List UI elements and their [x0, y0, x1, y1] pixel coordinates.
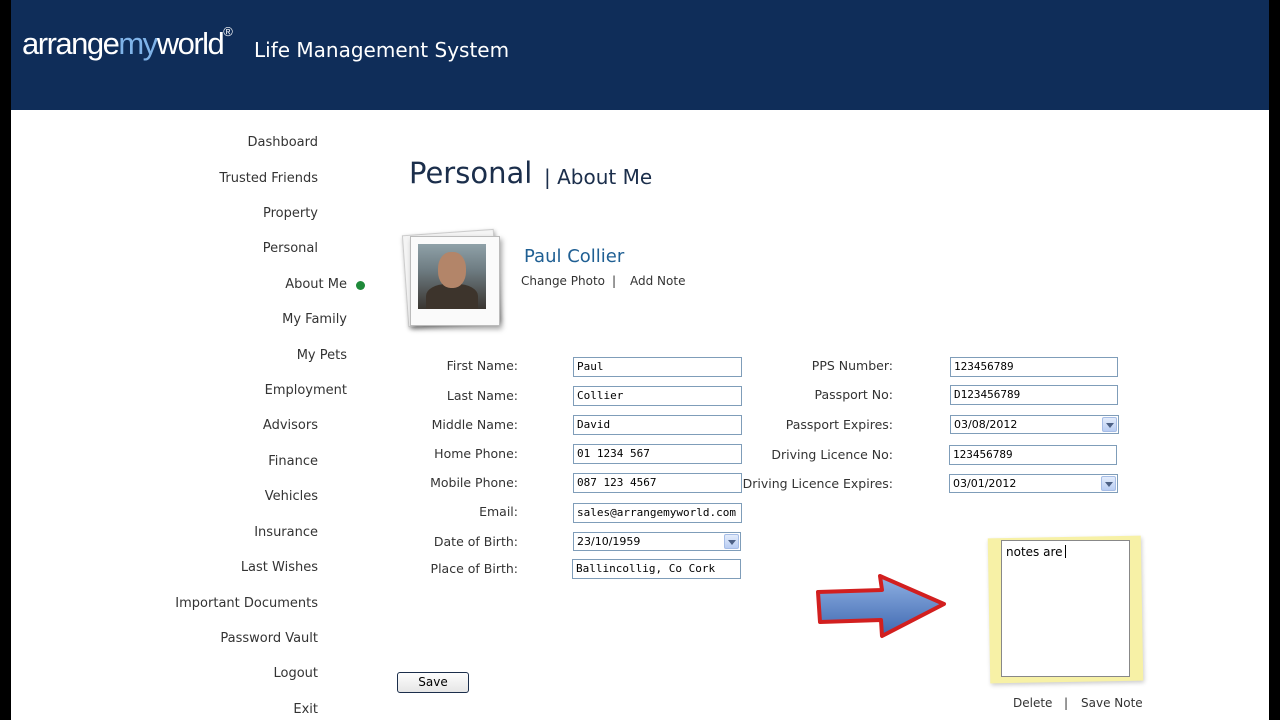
window-frame-left — [0, 0, 11, 720]
pps-number-label: PPS Number: — [811, 358, 893, 373]
sidebar-item-personal[interactable]: Personal — [263, 241, 318, 256]
sidebar-item-finance[interactable]: Finance — [268, 454, 318, 469]
sidebar-item-dashboard[interactable]: Dashboard — [247, 135, 318, 150]
passport-expires-select[interactable]: 03/08/2012 — [950, 415, 1119, 434]
change-photo-link[interactable]: Change Photo — [521, 274, 605, 288]
chevron-down-icon[interactable] — [1101, 476, 1116, 491]
arrow-right-icon — [816, 574, 946, 638]
sidebar-item-property[interactable]: Property — [263, 206, 318, 221]
sidebar-item-vehicles[interactable]: Vehicles — [265, 489, 318, 504]
first-name-field[interactable]: Paul — [573, 357, 742, 377]
chevron-down-icon[interactable] — [1102, 417, 1117, 432]
passport-no-field[interactable]: D123456789 — [950, 385, 1118, 405]
page-subtitle: | About Me — [544, 165, 653, 189]
first-name-label: First Name: — [446, 358, 518, 373]
profile-photo-frame — [410, 236, 500, 326]
last-name-label: Last Name: — [446, 388, 518, 403]
profile-name: Paul Collier — [524, 246, 625, 267]
profile-photo — [418, 244, 486, 309]
delete-note-link[interactable]: Delete — [1013, 696, 1052, 710]
passport-no-label: Passport No: — [814, 387, 893, 402]
middle-name-label: Middle Name: — [431, 417, 518, 432]
brand-logo[interactable]: arrangemyworld® — [22, 24, 233, 62]
passport-expires-value: 03/08/2012 — [954, 418, 1018, 431]
email-label: Email: — [479, 504, 518, 519]
home-phone-label: Home Phone: — [434, 446, 518, 461]
mobile-phone-label: Mobile Phone: — [430, 475, 518, 490]
driving-licence-expires-select[interactable]: 03/01/2012 — [949, 474, 1118, 493]
date-of-birth-value: 23/10/1959 — [577, 535, 641, 548]
add-note-link[interactable]: Add Note — [630, 274, 685, 288]
sidebar-item-trusted-friends[interactable]: Trusted Friends — [219, 171, 318, 186]
page-title: Personal — [409, 156, 533, 190]
mobile-phone-field[interactable]: 087 123 4567 — [573, 473, 742, 493]
photo-person-face — [438, 252, 466, 288]
chevron-down-icon[interactable] — [724, 534, 739, 549]
active-indicator-dot — [356, 281, 365, 290]
window-frame-right — [1269, 0, 1280, 720]
date-of-birth-label: Date of Birth: — [433, 534, 518, 549]
place-of-birth-label: Place of Birth: — [430, 561, 518, 576]
sidebar-item-exit[interactable]: Exit — [293, 702, 318, 717]
sidebar-item-password-vault[interactable]: Password Vault — [220, 631, 318, 646]
pps-number-field[interactable]: 123456789 — [950, 357, 1118, 377]
sidebar-item-employment[interactable]: Employment — [265, 383, 347, 398]
driving-licence-expires-label: Driving Licence Expires: — [742, 476, 893, 491]
driving-licence-expires-value: 03/01/2012 — [953, 477, 1017, 490]
email-field[interactable]: sales@arrangemyworld.com — [573, 503, 742, 523]
date-of-birth-select[interactable]: 23/10/1959 — [573, 532, 741, 551]
note-text: notes are — [1006, 545, 1063, 559]
sidebar-item-about-me[interactable]: About Me — [285, 277, 347, 292]
profile-link-separator: | — [612, 274, 617, 288]
middle-name-field[interactable]: David — [573, 415, 742, 435]
place-of-birth-field[interactable]: Ballincollig, Co Cork — [572, 559, 741, 579]
app-tagline: Life Management System — [254, 38, 510, 62]
passport-expires-label: Passport Expires: — [785, 417, 893, 432]
sidebar-item-last-wishes[interactable]: Last Wishes — [241, 560, 318, 575]
last-name-field[interactable]: Collier — [573, 386, 742, 406]
save-button[interactable]: Save — [397, 672, 469, 693]
driving-licence-no-label: Driving Licence No: — [771, 447, 893, 462]
sidebar-item-important-documents[interactable]: Important Documents — [175, 596, 318, 611]
app-header: arrangemyworld® Life Management System — [11, 0, 1269, 110]
sidebar-item-insurance[interactable]: Insurance — [254, 525, 318, 540]
sidebar-item-my-pets[interactable]: My Pets — [297, 348, 347, 363]
home-phone-field[interactable]: 01 1234 567 — [573, 444, 742, 464]
save-note-link[interactable]: Save Note — [1081, 696, 1143, 710]
note-link-separator: | — [1064, 696, 1069, 710]
driving-licence-no-field[interactable]: 123456789 — [949, 445, 1117, 465]
text-caret — [1064, 545, 1066, 558]
note-textarea[interactable]: notes are — [1001, 540, 1130, 677]
sidebar-item-my-family[interactable]: My Family — [282, 312, 347, 327]
sidebar-item-advisors[interactable]: Advisors — [263, 418, 318, 433]
sidebar-item-logout[interactable]: Logout — [273, 666, 318, 681]
